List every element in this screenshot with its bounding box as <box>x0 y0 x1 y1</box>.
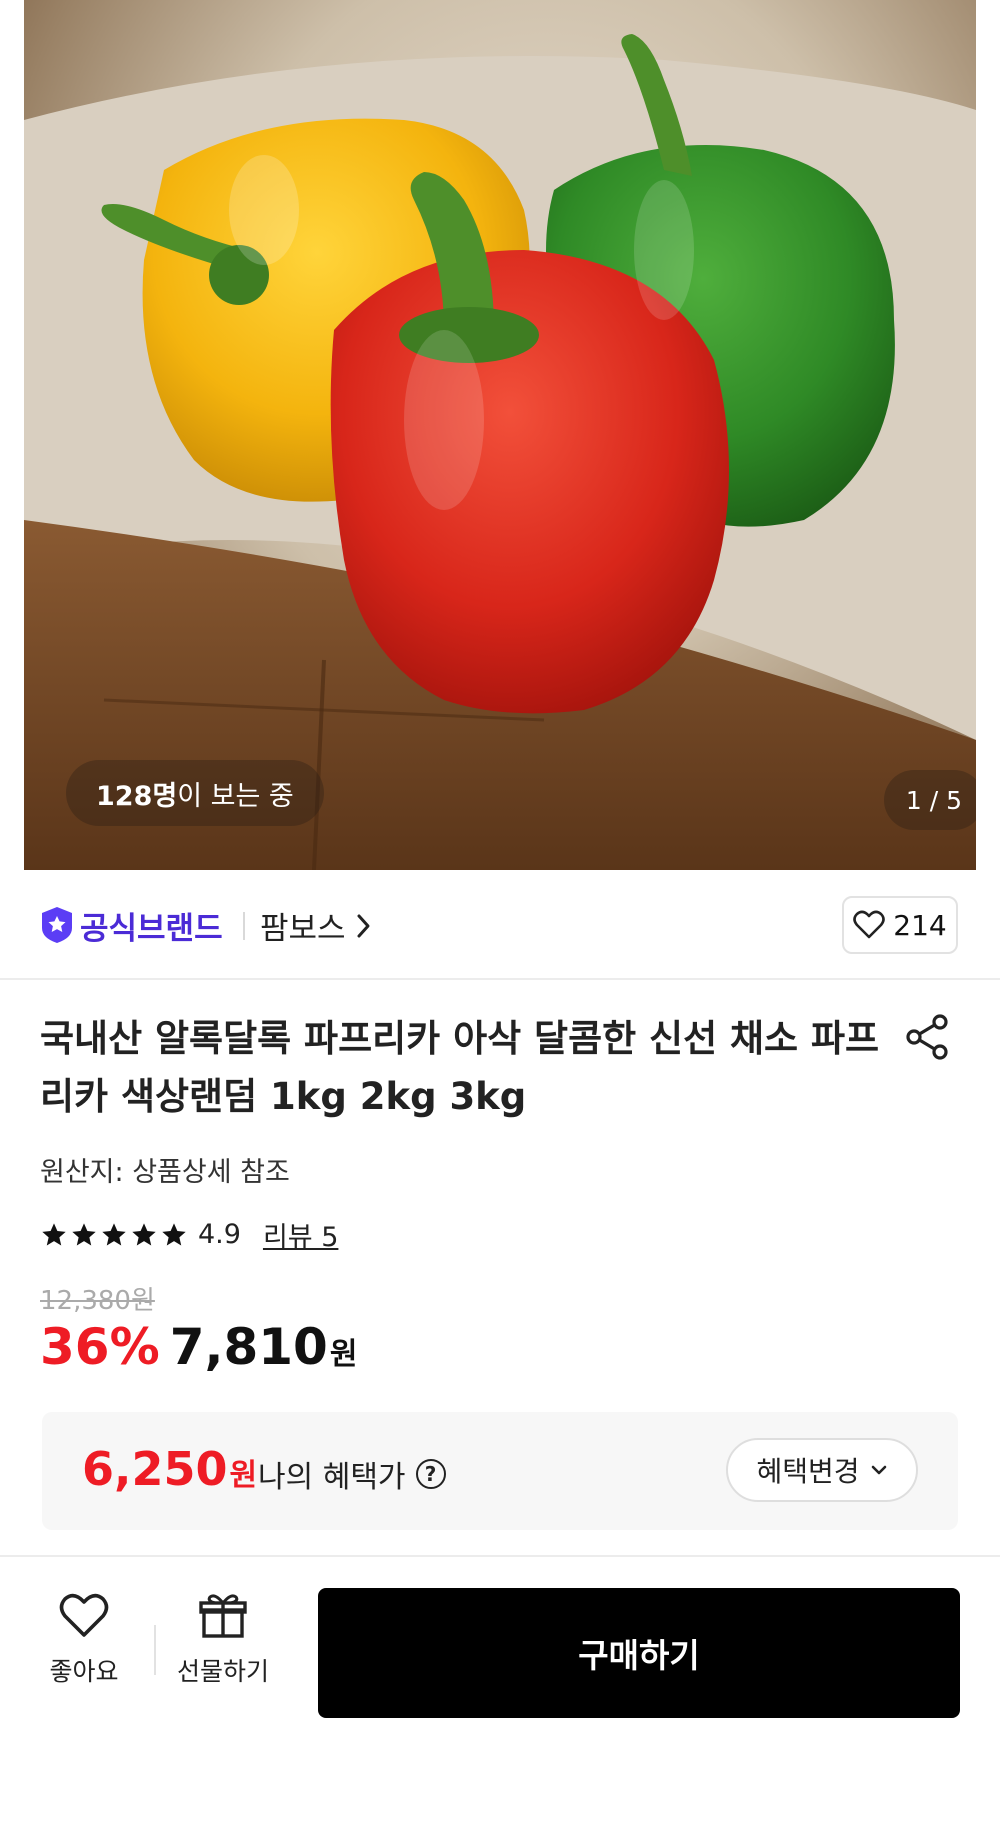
like-button[interactable]: 좋아요 <box>46 1590 122 1688</box>
heart-icon <box>59 1593 109 1637</box>
rating-value: 4.9 <box>198 1219 241 1250</box>
rating-stars <box>40 1221 188 1249</box>
product-image[interactable]: 128명 이 보는 중 1 / 5 <box>24 0 976 870</box>
store-name: 팜보스 <box>260 911 346 947</box>
brand-divider <box>243 912 245 940</box>
product-title: 국내산 알록달록 파프리카 아삭 달콤한 신선 채소 파프리카 색상랜덤 1kg… <box>40 1017 880 1118</box>
chevron-down-icon <box>871 1465 886 1475</box>
bottom-divider <box>154 1625 156 1675</box>
star-icon <box>132 1222 156 1245</box>
viewers-label: 이 보는 중 <box>177 780 294 812</box>
benefit-label: 나의 혜택가 ? <box>258 1452 446 1496</box>
benefit-price-value: 6,250 <box>82 1442 228 1496</box>
buy-button[interactable]: 구매하기 <box>318 1588 960 1718</box>
official-brand-label[interactable]: 공식브랜드 <box>80 903 223 948</box>
like-count: 214 <box>893 908 947 942</box>
price-row: 36% 7,810 원 <box>40 1318 357 1376</box>
origin-text: 원산지: 상품상세 참조 <box>40 1157 290 1188</box>
heart-icon <box>853 910 886 939</box>
sale-price: 7,810 <box>169 1318 328 1376</box>
help-icon[interactable]: ? <box>415 1459 446 1489</box>
original-price: 12,380원 <box>40 1286 155 1316</box>
viewers-badge: 128명 이 보는 중 <box>66 760 324 826</box>
star-badge-icon <box>42 907 72 943</box>
chevron-right-icon <box>357 914 370 937</box>
star-icon <box>42 1222 66 1245</box>
gift-button[interactable]: 선물하기 <box>172 1590 274 1688</box>
review-link[interactable]: 리뷰 5 <box>263 1215 338 1254</box>
benefit-box: 6,250 원 나의 혜택가 ? 혜택변경 <box>42 1412 958 1530</box>
benefit-price: 6,250 원 <box>82 1442 257 1496</box>
benefit-change-button[interactable]: 혜택변경 <box>726 1438 918 1502</box>
store-link[interactable]: 팜보스 <box>260 903 372 948</box>
brand-row: 공식브랜드 팜보스 214 <box>0 870 1000 980</box>
like-count-button[interactable]: 214 <box>842 896 958 954</box>
benefit-label-text: 나의 혜택가 <box>258 1460 406 1495</box>
share-icon[interactable] <box>902 1012 952 1062</box>
gift-icon <box>199 1594 247 1638</box>
image-counter: 1 / 5 <box>884 770 976 830</box>
pepper-photo <box>24 34 976 870</box>
star-icon <box>162 1222 186 1245</box>
like-label: 좋아요 <box>49 1657 119 1686</box>
benefit-price-currency: 원 <box>229 1458 258 1493</box>
viewers-count: 128명 <box>96 780 178 812</box>
star-icon <box>102 1222 126 1245</box>
rating-row: 4.9 리뷰 5 <box>40 1215 338 1254</box>
gift-label: 선물하기 <box>176 1657 269 1686</box>
benefit-change-label: 혜택변경 <box>756 1455 860 1488</box>
discount-rate: 36% <box>40 1318 160 1376</box>
sale-price-currency: 원 <box>329 1337 358 1372</box>
star-icon <box>72 1222 96 1245</box>
section-divider <box>0 1555 1000 1557</box>
